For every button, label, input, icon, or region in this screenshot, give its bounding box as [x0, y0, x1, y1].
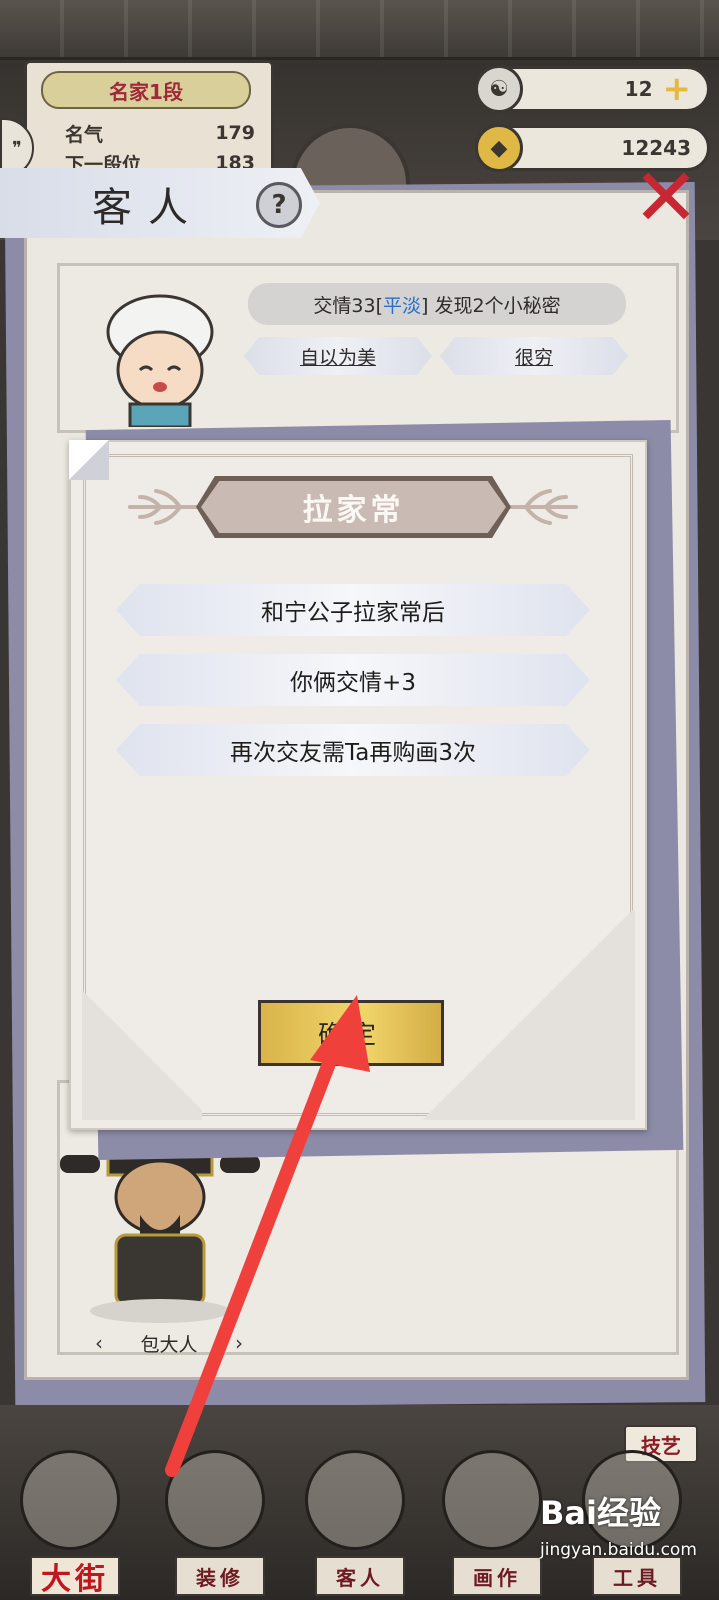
dialog-line: 你俩交情+3: [116, 654, 590, 706]
coin-icon: ◆: [475, 124, 523, 172]
confirm-button[interactable]: 确定: [258, 1000, 444, 1066]
cloud-ornament-right: [508, 489, 578, 525]
nav-decorate[interactable]: 装修: [155, 1440, 275, 1600]
page-fold-corner: [82, 980, 202, 1120]
street-gate-icon: [20, 1450, 120, 1550]
nav-label: 装修: [175, 1556, 265, 1596]
page-fold-corner: [69, 440, 109, 480]
guest-girl-icon: [305, 1450, 405, 1550]
chevron-left-icon[interactable]: ‹: [95, 1331, 103, 1355]
dialog-title: 拉家常: [201, 481, 506, 533]
guest-name-tag[interactable]: ‹ 包大人 ›: [95, 1328, 243, 1358]
jade-resource-bar[interactable]: ☯ 12 +: [475, 65, 710, 113]
guest-panel-title: 客人: [92, 185, 204, 231]
relation-status: 交情33[平淡] 发现2个小秘密: [248, 283, 626, 325]
dialog-line: 和宁公子拉家常后: [116, 584, 590, 636]
decorate-book-icon: [165, 1450, 265, 1550]
nav-label: 大街: [30, 1556, 120, 1597]
rank-badge: 名家1段: [41, 71, 251, 109]
fame-label: 名气: [65, 123, 104, 146]
nav-label: 客人: [315, 1556, 405, 1596]
chevron-right-icon[interactable]: ›: [235, 1331, 243, 1355]
jade-value: 12: [624, 77, 653, 101]
dialog-line: 再次交友需Ta再购画3次: [116, 724, 590, 776]
window-lattice: [0, 0, 719, 60]
watermark-url: jingyan.baidu.com: [540, 1540, 697, 1560]
close-icon[interactable]: ✕: [630, 155, 702, 241]
watermark: Bai经验 jingyan.baidu.com: [540, 1488, 715, 1598]
guest-avatar-chef: [106, 294, 214, 427]
plus-icon[interactable]: +: [663, 72, 692, 106]
nav-paintings[interactable]: 画作: [432, 1440, 552, 1600]
nav-street[interactable]: 大街: [10, 1440, 130, 1600]
cloud-ornament-left: [128, 489, 198, 525]
watermark-logo: Bai经验: [540, 1494, 661, 1532]
painting-scroll-icon: [442, 1450, 542, 1550]
relation-prefix: 交情33[: [313, 294, 384, 317]
nav-guests[interactable]: 客人: [295, 1440, 415, 1600]
fame-value: 179: [215, 122, 255, 144]
rank-panel[interactable]: 名家1段 名气 179 下一段位 183: [24, 60, 274, 180]
fame-row: 名气 179: [65, 119, 255, 147]
confirm-label: 确定: [261, 1003, 441, 1063]
guest-name: 包大人: [140, 1333, 198, 1356]
relation-suffix: ] 发现2个小秘密: [421, 294, 561, 317]
jade-icon: ☯: [475, 65, 523, 113]
nav-label: 画作: [452, 1556, 542, 1596]
page-fold-corner: [420, 910, 635, 1120]
relation-level: 平淡: [383, 294, 422, 317]
trait-tag-vain[interactable]: 自以为美: [244, 337, 432, 375]
trait-tag-poor[interactable]: 很穷: [440, 337, 628, 375]
help-icon[interactable]: ?: [256, 182, 302, 228]
